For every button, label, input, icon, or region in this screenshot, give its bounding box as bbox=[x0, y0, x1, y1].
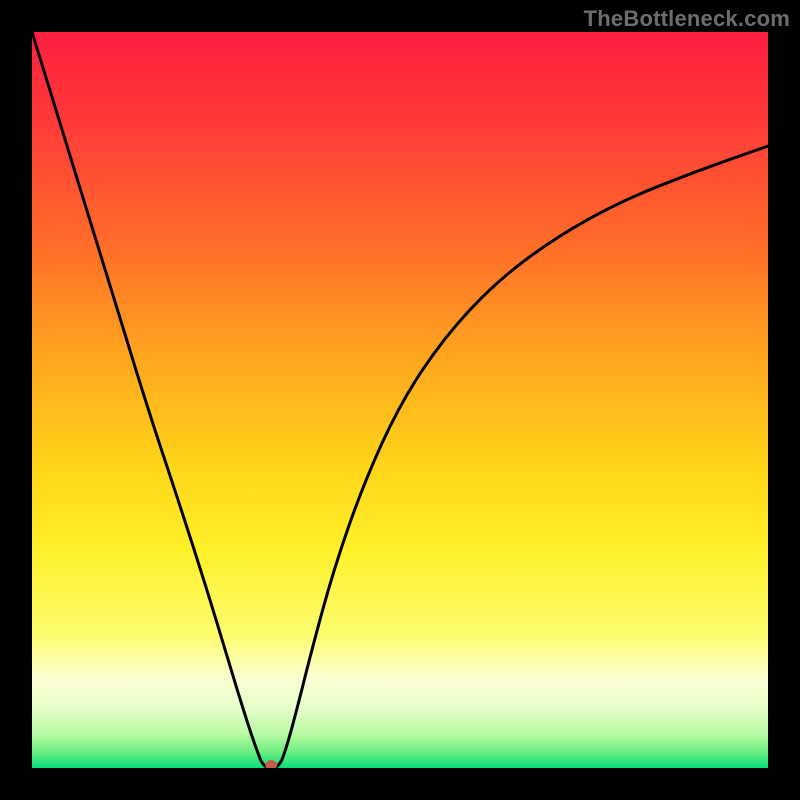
bottleneck-chart bbox=[32, 32, 768, 768]
watermark-label: TheBottleneck.com bbox=[584, 6, 790, 32]
chart-frame: TheBottleneck.com bbox=[0, 0, 800, 800]
gradient-background bbox=[32, 32, 768, 768]
plot-area bbox=[32, 32, 768, 768]
